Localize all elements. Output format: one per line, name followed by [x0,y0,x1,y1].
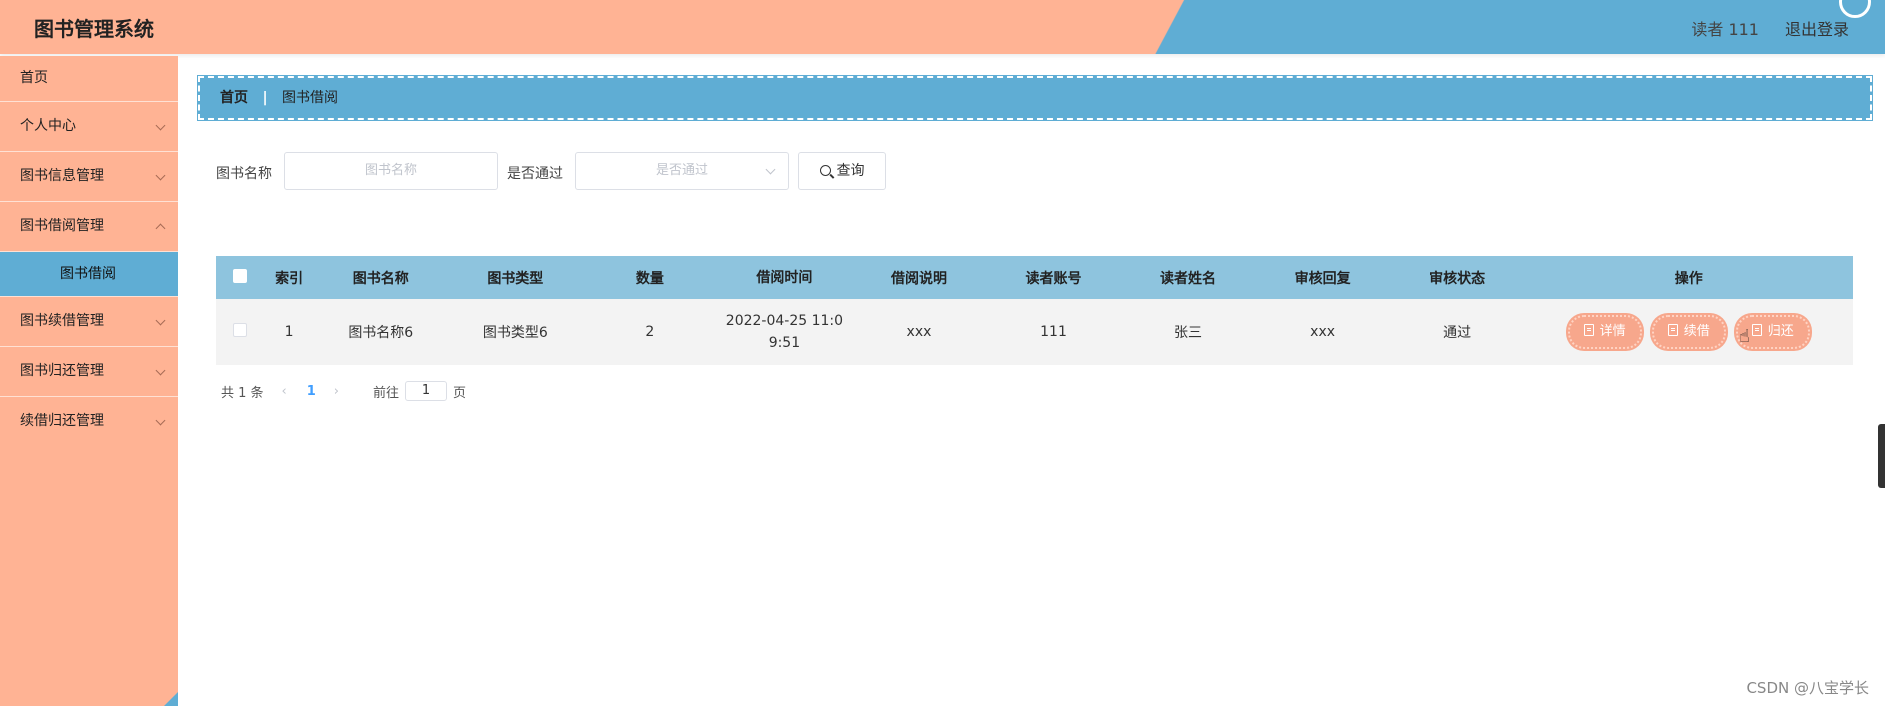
goto-page-input[interactable]: 1 [405,381,448,401]
approved-select[interactable]: 是否通过 [575,152,789,190]
approved-select-placeholder: 是否通过 [655,163,708,178]
col-borrow-time: 借阅时间 [756,269,813,286]
col-description: 借阅说明 [890,270,947,287]
cell-review-reply: xxx [1310,324,1336,340]
approved-label: 是否通过 [507,166,563,182]
sidebar-item-book-info[interactable]: 图书信息管理 [0,152,178,202]
breadcrumb-home[interactable]: 首页 [220,90,248,106]
pagination-total: 共 1 条 [221,385,264,401]
chevron-down-icon [155,415,166,426]
col-book-type: 图书类型 [487,270,544,287]
col-review-reply: 审核回复 [1294,270,1351,287]
sidebar-item-return-management[interactable]: 图书归还管理 [0,347,178,397]
sidebar-item-label: 个人中心 [20,118,76,134]
chevron-down-icon [155,365,166,376]
renew-button-label: 续借 [1683,324,1710,339]
cell-index: 1 [284,324,294,340]
borrow-time-line2: 9:51 [768,335,801,351]
col-index: 索引 [275,270,304,287]
detail-button[interactable]: 详情 [1567,315,1642,349]
sidebar: 首页 个人中心 图书信息管理 图书借阅管理 图书借阅 图书续借管理 图书归还管理… [0,56,178,706]
sidebar-item-label: 图书续借管理 [20,313,104,329]
col-review-status: 审核状态 [1429,270,1486,287]
page-suffix: 页 [453,385,467,401]
sidebar-item-renew-return-management[interactable]: 续借归还管理 [0,397,178,446]
col-book-name: 图书名称 [352,270,409,287]
sidebar-item-personal-center[interactable]: 个人中心 [0,102,178,152]
document-icon [1751,324,1762,336]
col-reader-account: 读者账号 [1025,270,1082,287]
book-name-label: 图书名称 [216,166,272,182]
cell-borrow-time: 2022-04-25 11:0 9:51 [717,310,852,354]
borrow-table: 索引 图书名称 图书类型 数量 借阅时间 借阅说明 读者账号 读者姓名 审核回复… [216,256,1853,365]
cell-actions: 详情 续借 归还 [1524,315,1853,349]
book-name-input[interactable]: 图书名称 [284,152,498,190]
cell-review-status: 通过 [1443,325,1472,341]
select-all-checkbox[interactable] [233,268,248,283]
query-button[interactable]: 查询 [798,152,886,190]
renew-button[interactable]: 续借 [1651,315,1726,349]
borrow-time-line1: 2022-04-25 11:0 [725,313,844,329]
col-reader-name: 读者姓名 [1160,270,1217,287]
current-user: 读者 111 [1691,20,1759,39]
document-icon [1667,324,1678,336]
chevron-down-icon [765,164,776,175]
prev-page-button[interactable]: ‹ [282,384,287,399]
table-header: 索引 图书名称 图书类型 数量 借阅时间 借阅说明 读者账号 读者姓名 审核回复… [216,256,1853,299]
chevron-down-icon [155,315,166,326]
cell-book-type: 图书类型6 [482,325,548,341]
sidebar-corner-decoration [164,692,178,706]
breadcrumb: 首页 | 图书借阅 [197,75,1873,121]
cell-description: xxx [906,324,932,340]
watermark: CSDN @八宝学长 [1746,679,1869,697]
sidebar-item-borrow-management[interactable]: 图书借阅管理 [0,202,178,252]
breadcrumb-separator: | [262,90,268,106]
sidebar-item-label: 图书归还管理 [20,363,104,379]
detail-button-label: 详情 [1599,324,1626,339]
pagination: 共 1 条 ‹ 1 › 前往 1 页 [221,381,466,401]
sidebar-item-home[interactable]: 首页 [0,56,178,102]
breadcrumb-current: 图书借阅 [282,90,339,106]
col-actions: 操作 [1674,270,1703,287]
page-number-1[interactable]: 1 [307,384,316,399]
sidebar-item-renew-management[interactable]: 图书续借管理 [0,297,178,347]
chevron-down-icon [155,120,166,131]
sidebar-subitem-book-borrow[interactable]: 图书借阅 [0,252,178,297]
chevron-down-icon [155,170,166,181]
scrollbar-handle[interactable] [1878,424,1885,488]
row-checkbox-cell [216,323,265,341]
cell-reader-account: 111 [1040,324,1067,340]
app-title: 图书管理系统 [34,17,154,41]
cell-reader-name: 张三 [1174,325,1203,341]
search-icon [819,165,831,176]
chevron-up-icon [155,223,166,234]
next-page-button[interactable]: › [334,384,339,399]
sidebar-item-label: 首页 [20,70,48,86]
top-header: 图书管理系统 读者 111 退出登录 [0,0,1885,54]
sidebar-item-label: 图书借阅管理 [20,218,104,234]
table-row: 1 图书名称6 图书类型6 2 2022-04-25 11:0 9:51 xxx… [216,299,1853,365]
cell-book-name: 图书名称6 [348,325,414,341]
query-button-label: 查询 [836,163,865,179]
cell-quantity: 2 [645,324,655,340]
header-checkbox-cell [216,268,265,287]
sidebar-item-label: 续借归还管理 [20,413,104,429]
goto-label: 前往 [373,385,400,401]
hand-pointer-icon: ☝ [1739,326,1750,347]
row-checkbox[interactable] [233,323,248,337]
col-quantity: 数量 [635,270,664,287]
logout-link[interactable]: 退出登录 [1785,16,1849,40]
sidebar-item-label: 图书信息管理 [20,168,104,184]
return-button-label: 归还 [1767,324,1794,339]
document-icon [1583,324,1594,336]
